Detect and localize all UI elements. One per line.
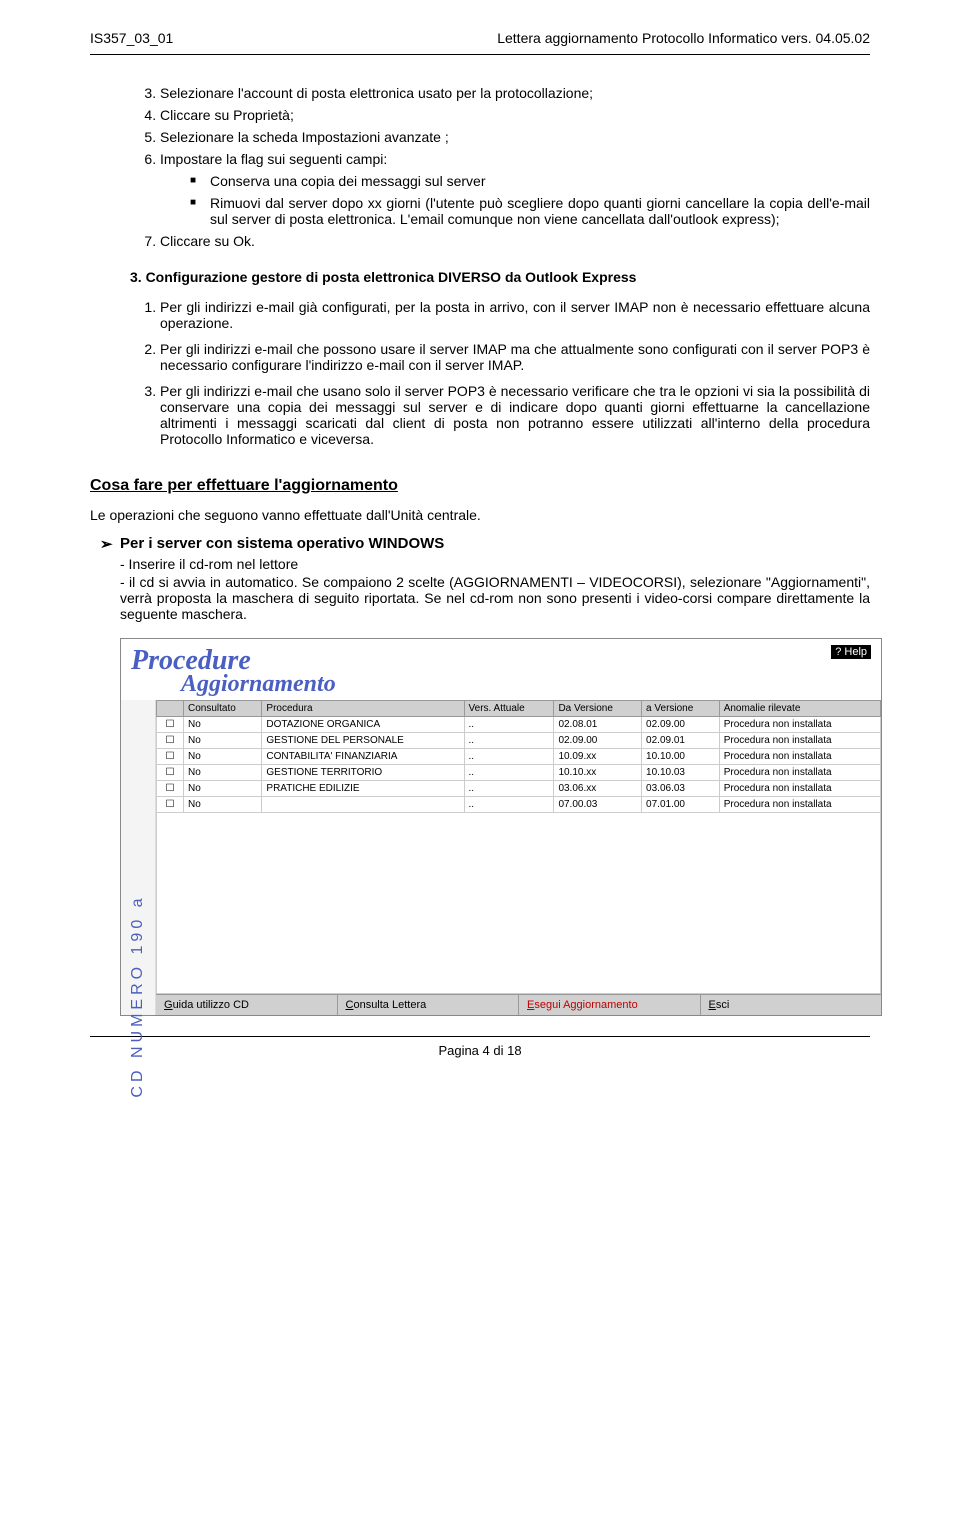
row-checkbox[interactable]: ☐ — [157, 765, 184, 781]
cell-anomalie: Procedura non installata — [719, 765, 880, 781]
col-vers-attuale: Vers. Attuale — [464, 701, 554, 717]
step-4: Cliccare su Proprietà; — [160, 107, 870, 123]
windows-heading: Per i server con sistema operativo WINDO… — [90, 535, 870, 552]
table-row[interactable]: ☐No..07.00.0307.01.00Procedura non insta… — [157, 797, 881, 813]
footer-esci-button[interactable]: Esci — [701, 995, 882, 1015]
step-6-text: Impostare la flag sui seguenti campi: — [160, 151, 387, 167]
row-checkbox[interactable]: ☐ — [157, 797, 184, 813]
cell-consultato: No — [184, 797, 262, 813]
cell-da-versione: 10.09.xx — [554, 749, 642, 765]
cell-anomalie: Procedura non installata — [719, 749, 880, 765]
cell-procedura: GESTIONE DEL PERSONALE — [262, 733, 464, 749]
footer-guida-button[interactable]: Guida utilizzo CD — [156, 995, 338, 1015]
row-checkbox[interactable]: ☐ — [157, 717, 184, 733]
table-row[interactable]: ☐NoGESTIONE DEL PERSONALE..02.09.0002.09… — [157, 733, 881, 749]
table-row[interactable]: ☐NoPRATICHE EDILIZIE..03.06.xx03.06.03Pr… — [157, 781, 881, 797]
cell-vers-attuale: .. — [464, 717, 554, 733]
cell-vers-attuale: .. — [464, 781, 554, 797]
cell-procedura: DOTAZIONE ORGANICA — [262, 717, 464, 733]
cell-procedura: PRATICHE EDILIZIE — [262, 781, 464, 797]
update-intro: Le operazioni che seguono vanno effettua… — [90, 507, 870, 523]
update-heading: Cosa fare per effettuare l'aggiornamento — [90, 477, 870, 495]
step-3: Selezionare l'account di posta elettroni… — [160, 85, 870, 101]
cell-da-versione: 10.10.xx — [554, 765, 642, 781]
step-6-bullet-1: Conserva una copia dei messaggi sul serv… — [190, 173, 870, 189]
app-window: ? Help Procedure Aggiornamento CD NUMERO… — [120, 638, 882, 1016]
cell-consultato: No — [184, 749, 262, 765]
footer-consulta-button[interactable]: Consulta Lettera — [338, 995, 520, 1015]
cd-side-text: CD NUMERO 190 a — [129, 894, 147, 1097]
row-checkbox[interactable]: ☐ — [157, 749, 184, 765]
cell-consultato: No — [184, 781, 262, 797]
step-5: Selezionare la scheda Impostazioni avanz… — [160, 129, 870, 145]
cell-procedura — [262, 797, 464, 813]
page-number: Pagina 4 di 18 — [90, 1037, 870, 1064]
row-checkbox[interactable]: ☐ — [157, 781, 184, 797]
cell-vers-attuale: .. — [464, 749, 554, 765]
table-empty-area — [156, 813, 881, 994]
cell-da-versione: 03.06.xx — [554, 781, 642, 797]
col-check — [157, 701, 184, 717]
table-row[interactable]: ☐NoCONTABILITA' FINANZIARIA..10.09.xx10.… — [157, 749, 881, 765]
cell-da-versione: 02.08.01 — [554, 717, 642, 733]
cell-a-versione: 02.09.01 — [642, 733, 720, 749]
col-anomalie: Anomalie rilevate — [719, 701, 880, 717]
section3-item-2: Per gli indirizzi e-mail che possono usa… — [160, 341, 870, 373]
step-6-bullet-2: Rimuovi dal server dopo xx giorni (l'ute… — [190, 195, 870, 227]
cell-vers-attuale: .. — [464, 733, 554, 749]
col-procedura: Procedura — [262, 701, 464, 717]
cell-procedura: GESTIONE TERRITORIO — [262, 765, 464, 781]
procedures-table: Consultato Procedura Vers. Attuale Da Ve… — [156, 700, 881, 813]
cell-consultato: No — [184, 733, 262, 749]
cell-a-versione: 03.06.03 — [642, 781, 720, 797]
help-link[interactable]: ? Help — [831, 645, 871, 659]
col-consultato: Consultato — [184, 701, 262, 717]
table-row[interactable]: ☐NoGESTIONE TERRITORIO..10.10.xx10.10.03… — [157, 765, 881, 781]
section3-item-3: Per gli indirizzi e-mail che usano solo … — [160, 383, 870, 447]
header-divider — [90, 54, 870, 55]
cell-anomalie: Procedura non installata — [719, 797, 880, 813]
section-3-heading: 3. Configurazione gestore di posta elett… — [130, 269, 870, 285]
cell-da-versione: 02.09.00 — [554, 733, 642, 749]
cell-consultato: No — [184, 717, 262, 733]
cd-side-label: CD NUMERO 190 a — [121, 700, 156, 1015]
table-row[interactable]: ☐NoDOTAZIONE ORGANICA..02.08.0102.09.00P… — [157, 717, 881, 733]
row-checkbox[interactable]: ☐ — [157, 733, 184, 749]
doc-id: IS357_03_01 — [90, 30, 173, 46]
cell-consultato: No — [184, 765, 262, 781]
cell-a-versione: 07.01.00 — [642, 797, 720, 813]
cell-da-versione: 07.00.03 — [554, 797, 642, 813]
cell-a-versione: 02.09.00 — [642, 717, 720, 733]
cell-anomalie: Procedura non installata — [719, 781, 880, 797]
cell-procedura: CONTABILITA' FINANZIARIA — [262, 749, 464, 765]
cell-vers-attuale: .. — [464, 797, 554, 813]
cell-anomalie: Procedura non installata — [719, 717, 880, 733]
cell-a-versione: 10.10.03 — [642, 765, 720, 781]
footer-esegui-button[interactable]: Esegui Aggiornamento — [519, 995, 701, 1015]
dash-item-2: - il cd si avvia in automatico. Se compa… — [120, 574, 870, 622]
cell-anomalie: Procedura non installata — [719, 733, 880, 749]
step-6: Impostare la flag sui seguenti campi: Co… — [160, 151, 870, 227]
app-title-2: Aggiornamento — [181, 671, 871, 698]
dash-item-1: - Inserire il cd-rom nel lettore — [120, 556, 870, 572]
section3-item-1: Per gli indirizzi e-mail già configurati… — [160, 299, 870, 331]
col-a-versione: a Versione — [642, 701, 720, 717]
col-da-versione: Da Versione — [554, 701, 642, 717]
step-7: Cliccare su Ok. — [160, 233, 870, 249]
cell-a-versione: 10.10.00 — [642, 749, 720, 765]
doc-title: Lettera aggiornamento Protocollo Informa… — [497, 30, 870, 46]
cell-vers-attuale: .. — [464, 765, 554, 781]
